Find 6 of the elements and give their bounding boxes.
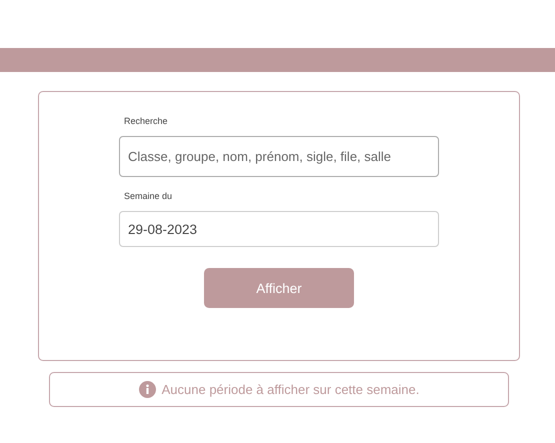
search-field[interactable]: Classe, groupe, nom, prénom, sigle, file, salle [119,136,439,177]
week-label: Semaine du [124,191,174,201]
date-field[interactable]: 29-08-2023 [119,211,439,247]
info-icon [138,381,156,398]
search-label: Recherche [124,116,169,126]
alert-message: Aucune période à afficher sur cette semaine. [162,382,420,397]
